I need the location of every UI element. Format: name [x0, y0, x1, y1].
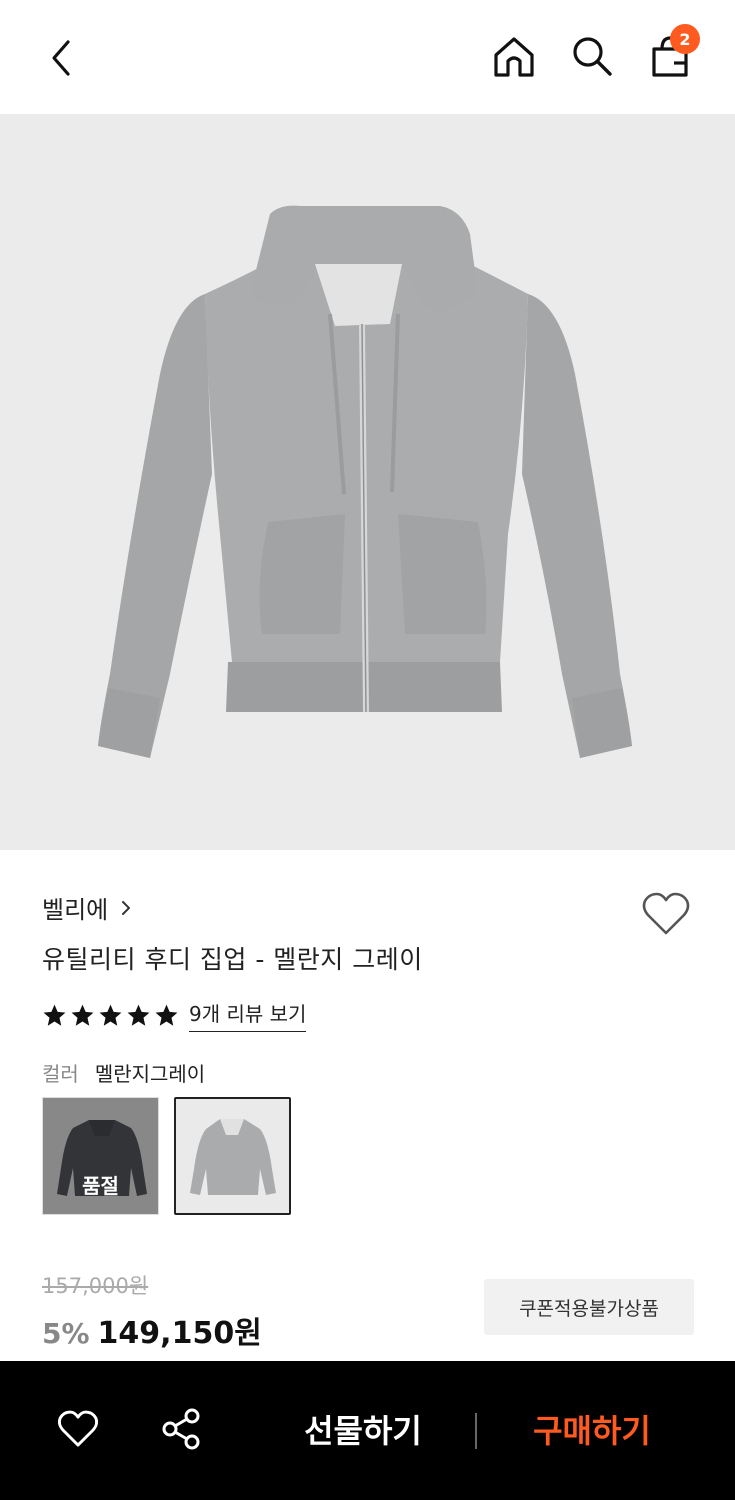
brand-name: 벨리에 [42, 896, 109, 924]
star-rating [42, 1003, 179, 1028]
cart-count-badge: 2 [670, 24, 700, 54]
swatch-charcoal[interactable]: 품절 [42, 1097, 159, 1215]
original-price: 157,000원 [42, 1274, 149, 1298]
review-link[interactable]: 9개 리뷰 보기 [189, 998, 307, 1032]
bottom-action-bar: 선물하기 구매하기 [0, 1361, 735, 1500]
bottom-wishlist-button[interactable] [50, 1401, 106, 1457]
sale-price: 149,150원 [97, 1316, 262, 1351]
hoodie-thumbnail [176, 1099, 289, 1213]
search-button[interactable] [566, 28, 618, 84]
rating-row: 9개 리뷰 보기 [42, 998, 307, 1032]
search-icon [573, 37, 612, 76]
soldout-label: 품절 [82, 1174, 119, 1198]
price-row: 5% 149,150원 [42, 1308, 262, 1352]
share-icon [162, 1408, 200, 1450]
color-swatches: 품절 [42, 1097, 291, 1215]
star-icon [71, 1004, 94, 1026]
product-image[interactable] [0, 114, 735, 850]
product-title: 유틸리티 후디 집업 - 멜란지 그레이 [42, 945, 423, 974]
cart-button[interactable]: 2 [644, 24, 700, 84]
color-row: 컬러 멜란지그레이 [42, 1058, 205, 1087]
back-button[interactable] [36, 30, 88, 86]
divider [475, 1413, 477, 1449]
star-icon [127, 1004, 150, 1026]
home-icon [494, 37, 534, 77]
heart-icon [57, 1410, 99, 1447]
share-button[interactable] [154, 1401, 210, 1457]
home-button[interactable] [488, 28, 540, 84]
swatch-melange-gray[interactable] [174, 1097, 291, 1215]
star-icon [43, 1004, 66, 1026]
coupon-ineligible-badge: 쿠폰적용불가상품 [484, 1279, 694, 1335]
wishlist-button[interactable] [638, 888, 694, 940]
star-icon [155, 1004, 178, 1026]
color-label: 컬러 [42, 1062, 79, 1086]
discount-rate: 5% [42, 1317, 90, 1350]
heart-icon [642, 892, 690, 935]
top-bar: 2 [0, 0, 735, 114]
color-value: 멜란지그레이 [94, 1062, 206, 1086]
hoodie-image [98, 205, 632, 758]
brand-link[interactable]: 벨리에 [42, 890, 134, 925]
chevron-left-icon [52, 40, 70, 76]
gift-button[interactable]: 선물하기 [288, 1401, 438, 1457]
star-icon [99, 1004, 122, 1026]
buy-button[interactable]: 구매하기 [512, 1401, 672, 1457]
chevron-right-icon [122, 900, 131, 915]
